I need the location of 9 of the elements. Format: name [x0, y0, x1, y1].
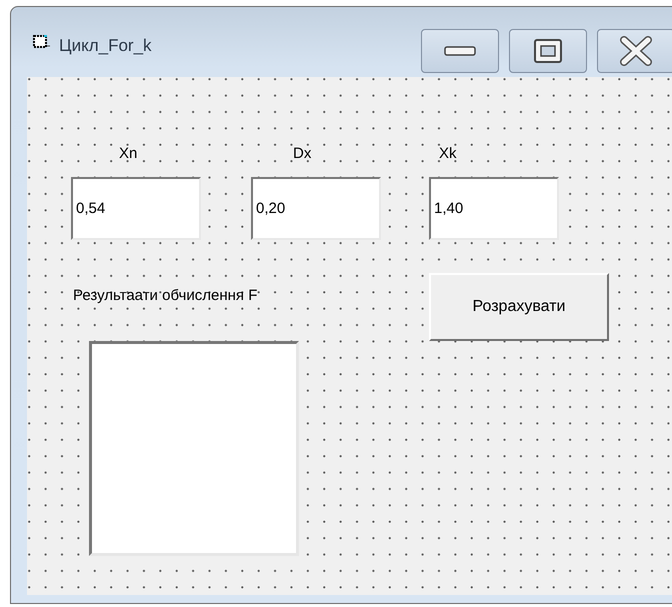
form-label: Dx	[293, 145, 312, 162]
form-label: Xk	[439, 145, 457, 162]
input-field[interactable]: 1,40	[429, 177, 559, 240]
form-label: Xn	[119, 145, 138, 162]
input-field[interactable]: 0,54	[71, 177, 201, 240]
form-label: Результаати обчислення F	[73, 287, 258, 304]
input-field[interactable]: 0,20	[251, 177, 381, 240]
calculate-button[interactable]: Розрахувати	[429, 273, 609, 341]
window-title: Цикл_For_k	[59, 35, 153, 56]
